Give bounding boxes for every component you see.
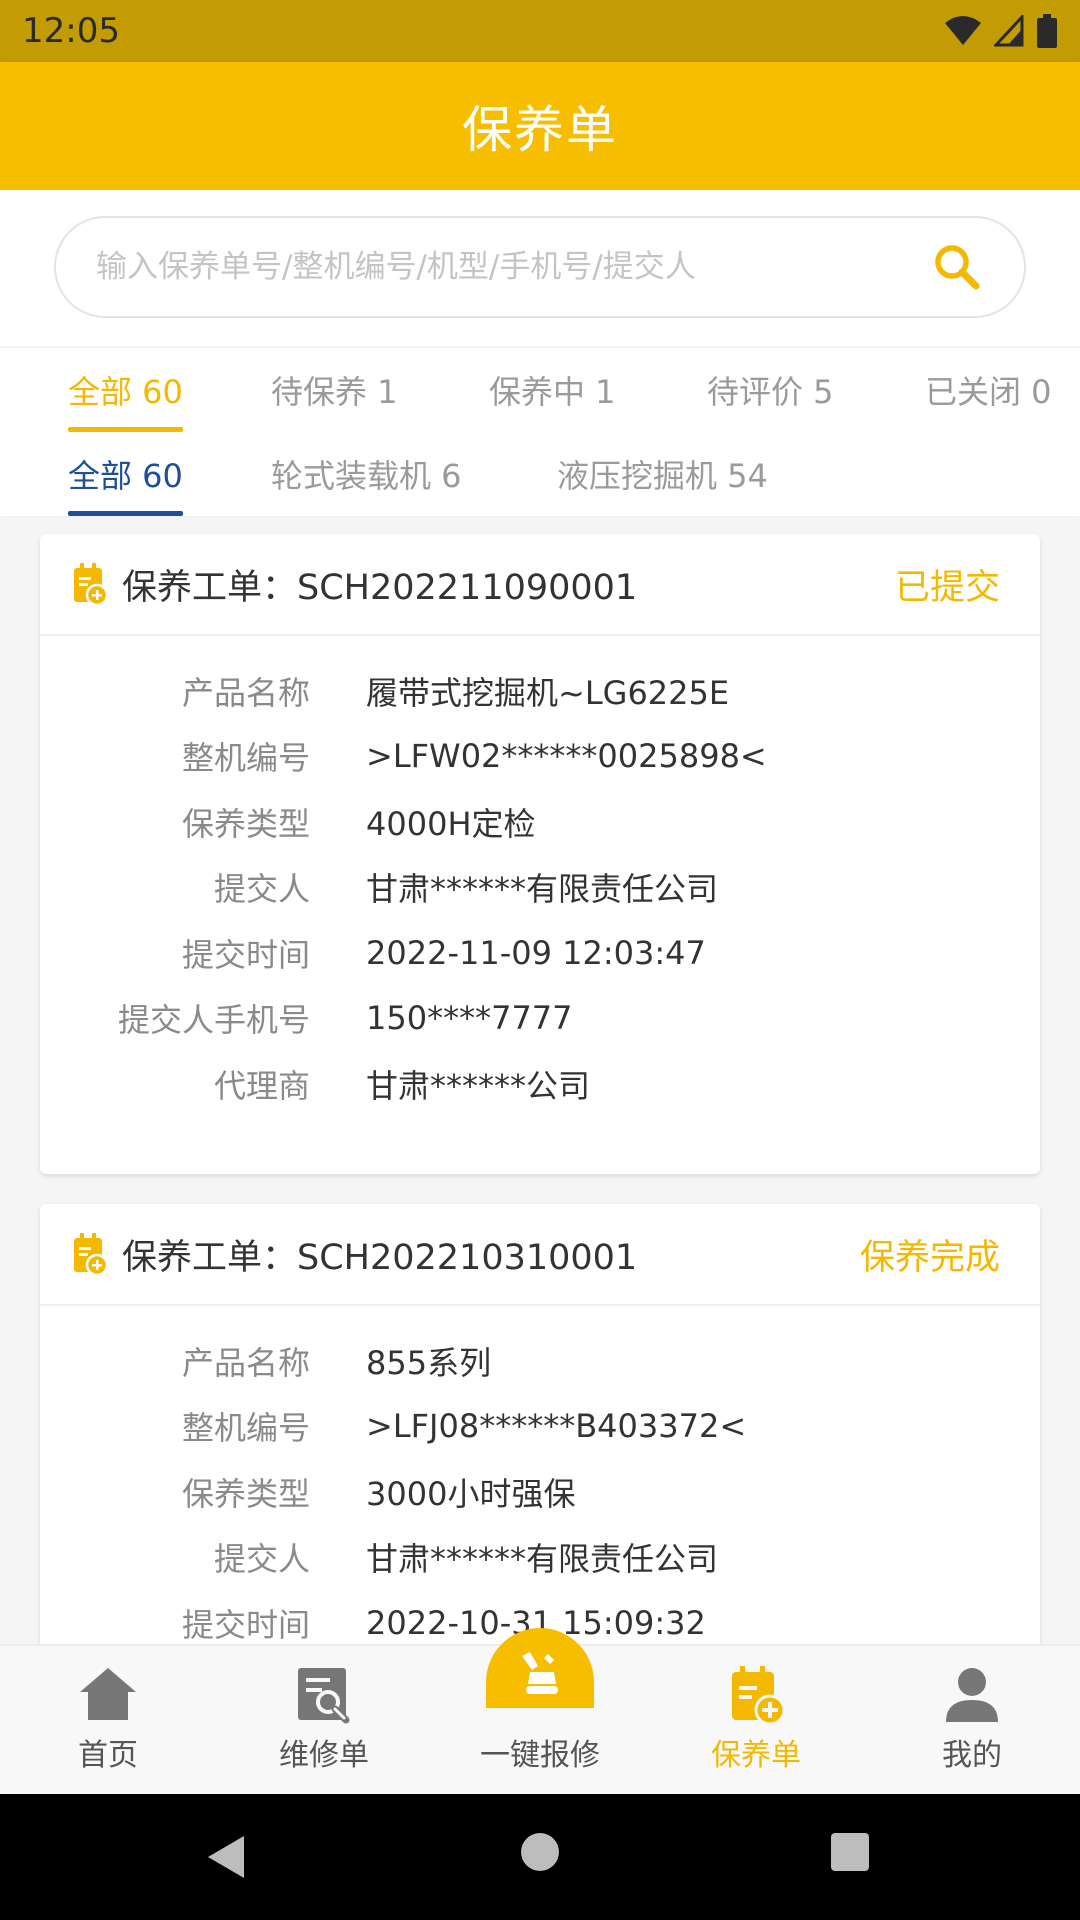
order-card[interactable]: 保养工单：SCH202210310001 保养完成 产品名称 855系列 整机编… bbox=[40, 1204, 1040, 1644]
tab-type-all[interactable]: 全部 60 bbox=[68, 432, 183, 516]
order-list[interactable]: 保养工单：SCH202211090001 已提交 产品名称 履带式挖掘机~LG6… bbox=[0, 518, 1080, 1644]
field-maintenance-type: 保养类型 3000小时强保 bbox=[40, 1459, 1040, 1525]
field-label: 整机编号 bbox=[181, 1409, 310, 1448]
order-card-header: 保养工单：SCH202211090001 已提交 bbox=[40, 534, 1040, 636]
page-title: 保养单 bbox=[462, 101, 618, 159]
excavator-repair-icon bbox=[522, 1652, 558, 1694]
tab-status-pending-review[interactable]: 待评价 5 bbox=[707, 348, 834, 432]
signal-icon bbox=[994, 15, 1024, 47]
nav-item-repair-orders[interactable]: 维修单 bbox=[216, 1646, 432, 1796]
app-header: 保养单 bbox=[0, 62, 1080, 190]
nav-label: 保养单 bbox=[711, 1738, 801, 1773]
search-box[interactable] bbox=[54, 216, 1026, 318]
field-maintenance-type: 保养类型 4000H定检 bbox=[40, 789, 1040, 855]
field-label: 保养类型 bbox=[181, 804, 310, 843]
tab-label: 全部 60 bbox=[68, 457, 183, 495]
wifi-icon bbox=[945, 16, 981, 45]
field-label: 整机编号 bbox=[181, 739, 310, 778]
user-icon bbox=[946, 1668, 998, 1722]
nav-label: 我的 bbox=[942, 1738, 1002, 1773]
field-agent: 代理商 甘肃******公司 bbox=[40, 1051, 1040, 1117]
status-icons bbox=[944, 14, 1058, 48]
tab-label: 已关闭 0 bbox=[925, 373, 1052, 411]
field-product-name: 产品名称 855系列 bbox=[40, 1328, 1040, 1394]
bottom-nav: 首页 维修单 一键报修 保养单 我的 bbox=[0, 1628, 1080, 1796]
maintenance-order-icon bbox=[74, 563, 108, 606]
field-value: >LFJ08******B403372< bbox=[366, 1407, 747, 1446]
nav-item-one-click-repair[interactable]: 一键报修 bbox=[432, 1646, 648, 1796]
status-time: 12:05 bbox=[22, 11, 120, 51]
home-icon bbox=[80, 1668, 136, 1720]
field-product-name: 产品名称 履带式挖掘机~LG6225E bbox=[40, 658, 1040, 724]
nav-label: 维修单 bbox=[279, 1738, 369, 1773]
status-badge: 保养完成 bbox=[859, 1237, 1000, 1278]
status-badge: 已提交 bbox=[894, 567, 1000, 608]
field-value: 2022-11-09 12:03:47 bbox=[366, 933, 706, 972]
filter-tabs: 全部 60 待保养 1 保养中 1 待评价 5 已关闭 0 全部 60 轮式装载… bbox=[0, 346, 1080, 516]
status-bar: 12:05 bbox=[0, 0, 1080, 62]
tab-label: 待保养 1 bbox=[271, 373, 398, 411]
order-card-header: 保养工单：SCH202210310001 保养完成 bbox=[40, 1204, 1040, 1306]
field-label: 提交人手机号 bbox=[117, 1001, 310, 1040]
field-label: 提交人 bbox=[213, 1540, 310, 1579]
tab-label: 轮式装载机 6 bbox=[271, 457, 462, 495]
repair-order-icon bbox=[298, 1668, 350, 1724]
search-area bbox=[0, 190, 1080, 346]
nav-item-maintenance-orders[interactable]: 保养单 bbox=[648, 1646, 864, 1796]
field-value: 甘肃******有限责任公司 bbox=[366, 1540, 719, 1579]
back-icon[interactable] bbox=[204, 1832, 250, 1882]
tab-label: 保养中 1 bbox=[489, 373, 616, 411]
tab-status-all[interactable]: 全部 60 bbox=[68, 348, 183, 432]
search-icon[interactable] bbox=[930, 240, 984, 294]
field-submitter: 提交人 甘肃******有限责任公司 bbox=[40, 855, 1040, 921]
battery-icon bbox=[1037, 14, 1057, 48]
field-submit-time: 提交时间 2022-11-09 12:03:47 bbox=[40, 920, 1040, 986]
field-value: >LFW02******0025898< bbox=[366, 737, 767, 776]
field-value: 4000H定检 bbox=[366, 804, 536, 843]
order-number: 保养工单：SCH202211090001 bbox=[122, 567, 638, 608]
status-tab-row: 全部 60 待保养 1 保养中 1 待评价 5 已关闭 0 bbox=[0, 348, 1080, 432]
tab-label: 全部 60 bbox=[68, 373, 183, 411]
field-submitter-phone: 提交人手机号 150****7777 bbox=[40, 986, 1040, 1052]
system-nav-bar bbox=[0, 1794, 1080, 1920]
field-machine-number: 整机编号 >LFJ08******B403372< bbox=[40, 1394, 1040, 1460]
field-value: 855系列 bbox=[366, 1343, 492, 1382]
nav-item-home[interactable]: 首页 bbox=[0, 1646, 216, 1796]
field-submitter: 提交人 甘肃******有限责任公司 bbox=[40, 1525, 1040, 1591]
order-card-body: 产品名称 履带式挖掘机~LG6225E 整机编号 >LFW02******002… bbox=[40, 636, 1040, 1143]
recents-icon[interactable] bbox=[830, 1832, 870, 1872]
nav-label: 一键报修 bbox=[480, 1738, 600, 1773]
order-number: 保养工单：SCH202210310001 bbox=[122, 1237, 638, 1278]
tab-label: 待评价 5 bbox=[707, 373, 834, 411]
tab-type-wheel-loader[interactable]: 轮式装载机 6 bbox=[271, 432, 462, 516]
field-value: 3000小时强保 bbox=[366, 1474, 576, 1513]
tab-status-closed[interactable]: 已关闭 0 bbox=[925, 348, 1052, 432]
tab-status-pending-maintenance[interactable]: 待保养 1 bbox=[271, 348, 398, 432]
order-card[interactable]: 保养工单：SCH202211090001 已提交 产品名称 履带式挖掘机~LG6… bbox=[40, 534, 1040, 1174]
field-label: 提交时间 bbox=[181, 935, 310, 974]
search-input[interactable] bbox=[96, 249, 930, 285]
nav-label: 首页 bbox=[78, 1738, 138, 1773]
field-label: 提交人 bbox=[213, 870, 310, 909]
field-label: 产品名称 bbox=[181, 1343, 310, 1382]
tab-label: 液压挖掘机 54 bbox=[557, 457, 768, 495]
field-label: 代理商 bbox=[213, 1066, 310, 1105]
field-value: 甘肃******公司 bbox=[366, 1066, 591, 1105]
field-value: 150****7777 bbox=[366, 999, 573, 1038]
maintenance-order-icon bbox=[732, 1666, 786, 1726]
field-value: 甘肃******有限责任公司 bbox=[366, 870, 719, 909]
nav-item-profile[interactable]: 我的 bbox=[864, 1646, 1080, 1796]
tab-status-in-maintenance[interactable]: 保养中 1 bbox=[489, 348, 616, 432]
home-circle-icon[interactable] bbox=[520, 1832, 560, 1872]
field-value: 履带式挖掘机~LG6225E bbox=[366, 673, 730, 712]
field-label: 提交时间 bbox=[181, 1605, 310, 1644]
order-card-body: 产品名称 855系列 整机编号 >LFJ08******B403372< 保养类… bbox=[40, 1306, 1040, 1644]
field-machine-number: 整机编号 >LFW02******0025898< bbox=[40, 724, 1040, 790]
tab-underline bbox=[68, 511, 183, 516]
field-label: 保养类型 bbox=[181, 1474, 310, 1513]
field-label: 产品名称 bbox=[181, 673, 310, 712]
type-tab-row: 全部 60 轮式装载机 6 液压挖掘机 54 bbox=[0, 432, 1080, 516]
tab-type-hydraulic-excavator[interactable]: 液压挖掘机 54 bbox=[557, 432, 768, 516]
maintenance-order-icon bbox=[74, 1233, 108, 1276]
